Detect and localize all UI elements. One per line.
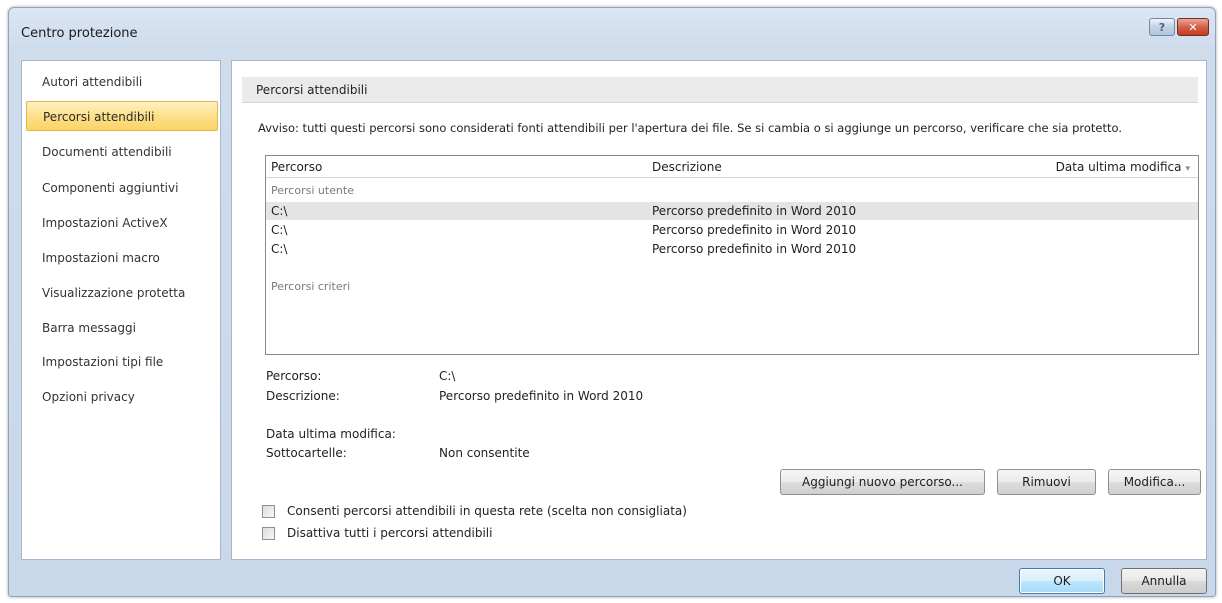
column-header-modified[interactable]: Data ultima modifica ▾ [1056,160,1190,174]
add-location-button[interactable]: Aggiungi nuovo percorso... [780,469,985,495]
sidebar-item-barra-messaggi[interactable]: Barra messaggi [26,313,218,343]
help-button[interactable]: ? [1149,18,1175,36]
sidebar-item-impostazioni-macro[interactable]: Impostazioni macro [26,243,218,273]
column-header-description[interactable]: Descrizione [652,160,722,174]
cell-path: C:\ [271,223,288,237]
sidebar-item-percorsi-attendibili[interactable]: Percorsi attendibili [26,101,218,131]
ok-button[interactable]: OK [1019,568,1105,594]
cancel-button[interactable]: Annulla [1121,568,1207,594]
remove-button[interactable]: Rimuovi [997,469,1096,495]
sidebar-item-impostazioni-tipi-file[interactable]: Impostazioni tipi file [26,347,218,377]
disable-all-checkbox[interactable] [262,526,275,540]
list-header: Percorso Descrizione Data ultima modific… [266,156,1198,178]
section-title: Percorsi attendibili [242,77,1198,103]
cell-path: C:\ [271,242,288,256]
allow-network-checkbox[interactable] [262,504,275,518]
detail-description-value: Percorso predefinito in Word 2010 [439,389,644,403]
disable-all-label[interactable]: Disattiva tutti i percorsi attendibili [287,526,492,540]
detail-path-value: C:\ [439,369,456,383]
table-row[interactable]: C:\ Percorso predefinito in Word 2010 [266,202,1198,220]
group-label-policy: Percorsi criteri [271,280,351,293]
sidebar-item-autori-attendibili[interactable]: Autori attendibili [26,67,218,97]
sidebar-item-impostazioni-activex[interactable]: Impostazioni ActiveX [26,208,218,238]
warning-text: Avviso: tutti questi percorsi sono consi… [258,121,1122,135]
title-bar[interactable]: Centro protezione ? ✕ [9,8,1215,48]
column-header-modified-label: Data ultima modifica [1055,160,1182,174]
allow-network-label[interactable]: Consenti percorsi attendibili in questa … [287,504,687,518]
modify-button[interactable]: Modifica... [1108,469,1201,495]
help-icon: ? [1158,20,1166,34]
sidebar-item-visualizzazione-protetta[interactable]: Visualizzazione protetta [26,278,218,308]
detail-subfolders-label: Sottocartelle: [266,446,347,460]
table-row[interactable]: C:\ Percorso predefinito in Word 2010 [266,221,1198,239]
table-row[interactable]: C:\ Percorso predefinito in Word 2010 [266,240,1198,258]
cell-description: Percorso predefinito in Word 2010 [652,242,857,256]
close-button[interactable]: ✕ [1177,18,1209,36]
detail-path-label: Percorso: [266,369,322,383]
sort-arrow-icon: ▾ [1185,164,1190,174]
detail-description-label: Descrizione: [266,389,340,403]
close-icon: ✕ [1188,20,1198,34]
column-header-path[interactable]: Percorso [271,160,322,174]
detail-subfolders-value: Non consentite [439,446,530,460]
sidebar-item-documenti-attendibili[interactable]: Documenti attendibili [26,137,218,167]
content-panel: Percorsi attendibili Avviso: tutti quest… [231,60,1207,560]
cell-description: Percorso predefinito in Word 2010 [652,204,857,218]
detail-modified-label: Data ultima modifica: [266,427,396,441]
sidebar-item-componenti-aggiuntivi[interactable]: Componenti aggiuntivi [26,173,218,203]
dialog-title: Centro protezione [21,26,138,41]
sidebar-item-opzioni-privacy[interactable]: Opzioni privacy [26,382,218,412]
cell-description: Percorso predefinito in Word 2010 [652,223,857,237]
trusted-locations-list[interactable]: Percorso Descrizione Data ultima modific… [265,155,1199,355]
group-label-user: Percorsi utente [271,184,354,197]
disable-all-locations-option[interactable]: Disattiva tutti i percorsi attendibili [262,524,492,542]
cell-path: C:\ [271,204,288,218]
allow-network-locations-option[interactable]: Consenti percorsi attendibili in questa … [262,502,687,520]
trust-center-dialog: Centro protezione ? ✕ Autori attendibili… [8,7,1216,597]
sidebar-nav: Autori attendibili Percorsi attendibili … [21,60,221,560]
